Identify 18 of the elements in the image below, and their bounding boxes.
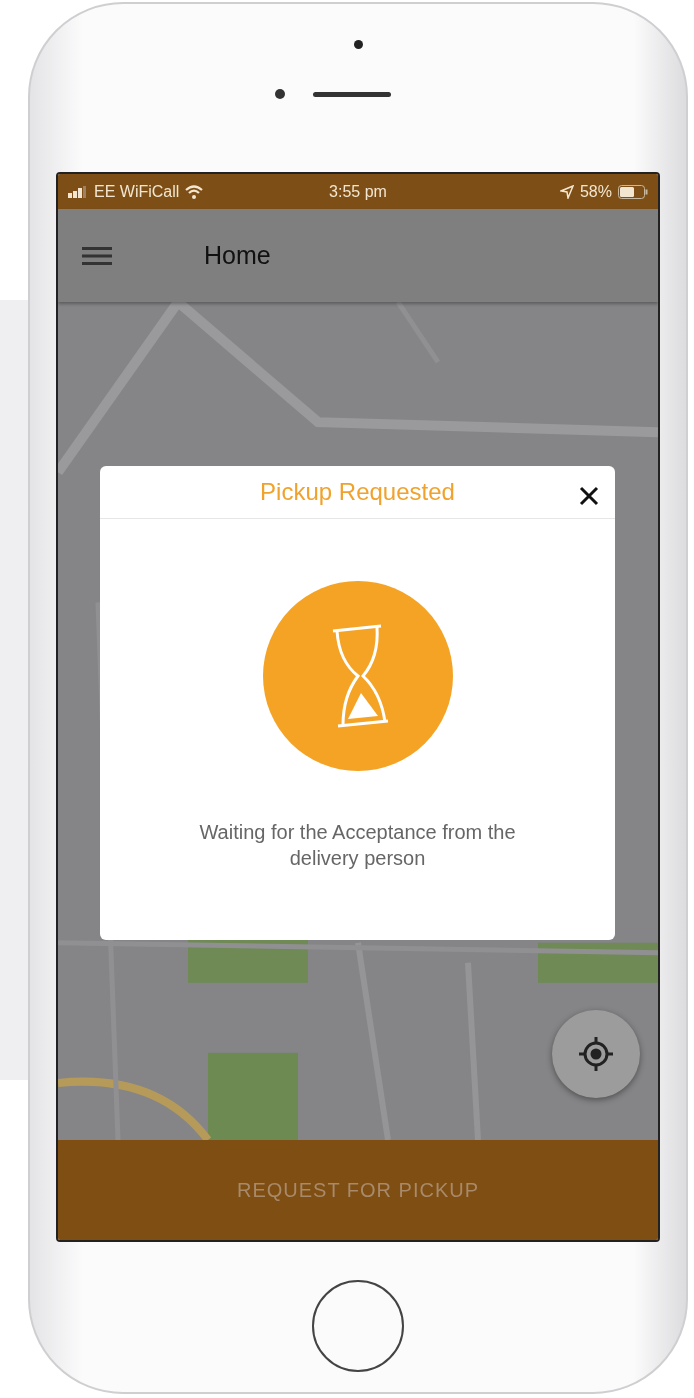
close-button[interactable] bbox=[579, 486, 599, 506]
battery-percent: 58% bbox=[579, 182, 612, 201]
wifi-icon bbox=[185, 184, 204, 199]
menu-icon[interactable] bbox=[82, 245, 112, 266]
battery-icon bbox=[618, 184, 648, 199]
dialog-title: Pickup Requested bbox=[260, 478, 455, 506]
status-time: 3:55 pm bbox=[329, 182, 387, 201]
hourglass-icon bbox=[262, 581, 453, 771]
location-arrow-icon bbox=[559, 184, 574, 199]
waiting-message: Waiting for the Acceptance from the delivery person bbox=[198, 820, 517, 871]
home-button[interactable] bbox=[312, 1280, 404, 1372]
camera-icon bbox=[353, 40, 363, 49]
sensor-icon bbox=[275, 89, 285, 99]
app-title: Home bbox=[204, 241, 271, 270]
carrier-name: EE WiFiCall bbox=[94, 182, 180, 201]
request-pickup-button[interactable]: REQUEST FOR PICKUP bbox=[58, 1140, 658, 1240]
crosshair-icon bbox=[576, 1034, 616, 1074]
signal-icon bbox=[68, 185, 88, 198]
